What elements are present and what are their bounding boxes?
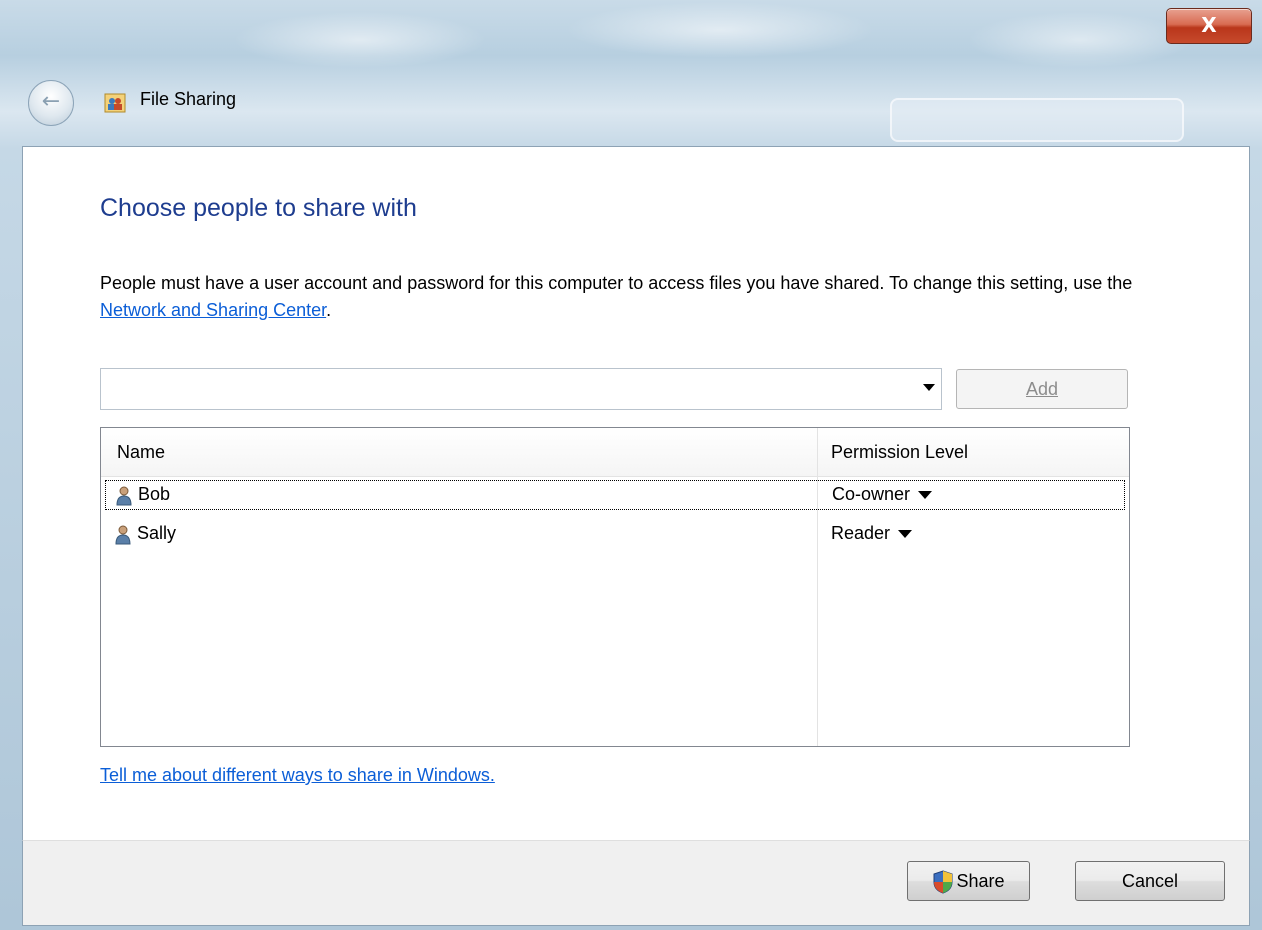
permission-dropdown[interactable]: Reader (831, 523, 913, 544)
user-icon (115, 525, 131, 545)
list-row-bob[interactable]: Bob Co-owner (105, 480, 1125, 510)
file-sharing-icon (104, 93, 126, 113)
description-end: . (326, 300, 332, 320)
user-select-combobox[interactable] (100, 368, 942, 410)
chevron-down-icon[interactable] (898, 530, 913, 539)
share-button[interactable]: Share (907, 861, 1030, 901)
footer-bar (22, 840, 1250, 926)
column-header-name[interactable]: Name (117, 442, 165, 463)
back-arrow-icon: ← (41, 89, 61, 114)
help-link[interactable]: Tell me about different ways to share in… (100, 765, 495, 786)
description-text: People must have a user account and pass… (100, 273, 1133, 293)
background-window-controls (890, 98, 1184, 142)
dropdown-arrow-icon[interactable] (923, 384, 935, 391)
column-header-permission[interactable]: Permission Level (831, 442, 968, 463)
user-icon (116, 486, 132, 506)
cancel-button[interactable]: Cancel (1075, 861, 1225, 901)
list-row-sally[interactable]: Sally Reader (105, 520, 1125, 550)
permission-dropdown[interactable]: Co-owner (832, 484, 933, 505)
close-icon: X (1201, 13, 1217, 37)
column-divider (817, 428, 818, 746)
row-name: Bob (138, 484, 171, 504)
permission-value: Co-owner (832, 484, 911, 504)
back-button[interactable]: ← (28, 80, 74, 126)
description: People must have a user account and pass… (100, 270, 1190, 324)
window-title: File Sharing (140, 89, 237, 109)
permission-value: Reader (831, 523, 891, 543)
close-button[interactable]: X (1166, 8, 1252, 44)
add-button-label: Add (1025, 379, 1059, 399)
row-name: Sally (137, 523, 177, 543)
list-header: Name Permission Level (101, 428, 1129, 477)
people-list[interactable]: Name Permission Level Bob Co-owner Sally… (100, 427, 1130, 747)
shield-icon (933, 870, 953, 894)
page-heading: Choose people to share with (100, 194, 417, 222)
add-button[interactable]: Add (956, 369, 1128, 409)
network-sharing-center-link[interactable]: Network and Sharing Center (100, 300, 326, 320)
share-button-label: Share (956, 871, 1005, 891)
chevron-down-icon[interactable] (918, 491, 933, 500)
